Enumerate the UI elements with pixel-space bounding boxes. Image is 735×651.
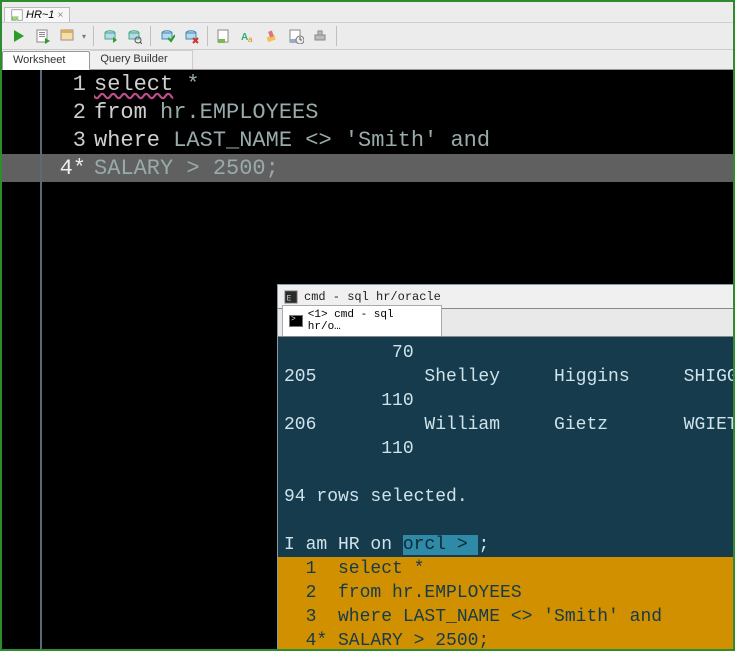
application-frame: SQL HR~1 × ▾ Aa Worksheet Query Builder bbox=[0, 0, 735, 651]
toolbar-separator bbox=[207, 26, 208, 46]
toolbar-dropdown[interactable]: ▾ bbox=[80, 32, 88, 41]
output-blank bbox=[278, 461, 734, 485]
worksheet-tab-strip: Worksheet Query Builder bbox=[2, 50, 733, 70]
output-row: 205 Shelley Higgins SHIGGI bbox=[278, 365, 734, 389]
close-icon[interactable]: × bbox=[57, 10, 63, 21]
toolbar-separator bbox=[336, 26, 337, 46]
pasted-sql-line: 3 where LAST_NAME <> 'Smith' and bbox=[278, 605, 734, 629]
autotrace-button[interactable] bbox=[99, 25, 121, 47]
clear-button[interactable] bbox=[261, 25, 283, 47]
file-tab-label: HR~1 bbox=[26, 9, 54, 21]
terminal-app-icon: E bbox=[284, 290, 298, 304]
case-toggle-button[interactable]: Aa bbox=[237, 25, 259, 47]
code-line: select * bbox=[94, 72, 200, 97]
tab-worksheet[interactable]: Worksheet bbox=[2, 51, 90, 70]
rollback-button[interactable] bbox=[180, 25, 202, 47]
toolbar-separator bbox=[150, 26, 151, 46]
svg-text:a: a bbox=[248, 35, 253, 44]
code-line: from hr.EMPLOYEES bbox=[94, 100, 318, 125]
sql-tuning-button[interactable] bbox=[123, 25, 145, 47]
tab-query-builder[interactable]: Query Builder bbox=[90, 50, 192, 69]
terminal-window[interactable]: E cmd - sql hr/oracle <1> cmd - sql hr/o… bbox=[277, 284, 735, 651]
terminal-tab-label: <1> cmd - sql hr/o… bbox=[308, 309, 431, 333]
cmd-icon bbox=[289, 315, 303, 327]
run-button[interactable] bbox=[8, 25, 30, 47]
code-line: SALARY > 2500; bbox=[94, 156, 279, 181]
line-number: 4* bbox=[2, 156, 94, 181]
output-line: 110 bbox=[278, 389, 734, 413]
output-row: 206 William Gietz WGIETZ bbox=[278, 413, 734, 437]
terminal-output[interactable]: 70 205 Shelley Higgins SHIGGI 110 206 Wi… bbox=[278, 337, 734, 651]
run-script-button[interactable] bbox=[32, 25, 54, 47]
toolbar: ▾ Aa bbox=[2, 22, 733, 50]
line-number: 3 bbox=[2, 128, 94, 153]
svg-text:SQL: SQL bbox=[13, 17, 21, 21]
pasted-sql-line: 2 from hr.EMPLOYEES bbox=[278, 581, 734, 605]
pasted-sql-line: 1 select * bbox=[278, 557, 734, 581]
sql-editor[interactable]: 1 1 select * 2 from hr.EMPLOYEES 3 where… bbox=[2, 70, 733, 651]
file-tab-strip: SQL HR~1 × bbox=[2, 2, 733, 22]
sql-history-button[interactable] bbox=[285, 25, 307, 47]
pasted-sql-line: 4* SALARY > 2500; bbox=[278, 629, 734, 651]
settings-button[interactable] bbox=[309, 25, 331, 47]
rows-selected-line: 94 rows selected. bbox=[278, 485, 734, 509]
terminal-tab[interactable]: <1> cmd - sql hr/o… bbox=[282, 305, 442, 336]
output-line: 110 bbox=[278, 437, 734, 461]
sql-file-icon: SQL bbox=[11, 9, 23, 21]
svg-text:E: E bbox=[287, 294, 292, 303]
commit-button[interactable] bbox=[156, 25, 178, 47]
output-line: 70 bbox=[278, 341, 734, 365]
line-number: 1 bbox=[2, 72, 94, 97]
terminal-title: cmd - sql hr/oracle bbox=[304, 290, 441, 304]
terminal-tab-strip: <1> cmd - sql hr/o… bbox=[278, 309, 734, 337]
file-tab-hr1[interactable]: SQL HR~1 × bbox=[4, 7, 70, 22]
toolbar-separator bbox=[93, 26, 94, 46]
line-number: 2 bbox=[2, 100, 94, 125]
explain-plan-button[interactable] bbox=[56, 25, 78, 47]
output-blank bbox=[278, 509, 734, 533]
prompt-line: I am HR on orcl > ; bbox=[278, 533, 734, 557]
unshared-worksheet-button[interactable] bbox=[213, 25, 235, 47]
code-line: where LAST_NAME <> 'Smith' and bbox=[94, 128, 490, 153]
